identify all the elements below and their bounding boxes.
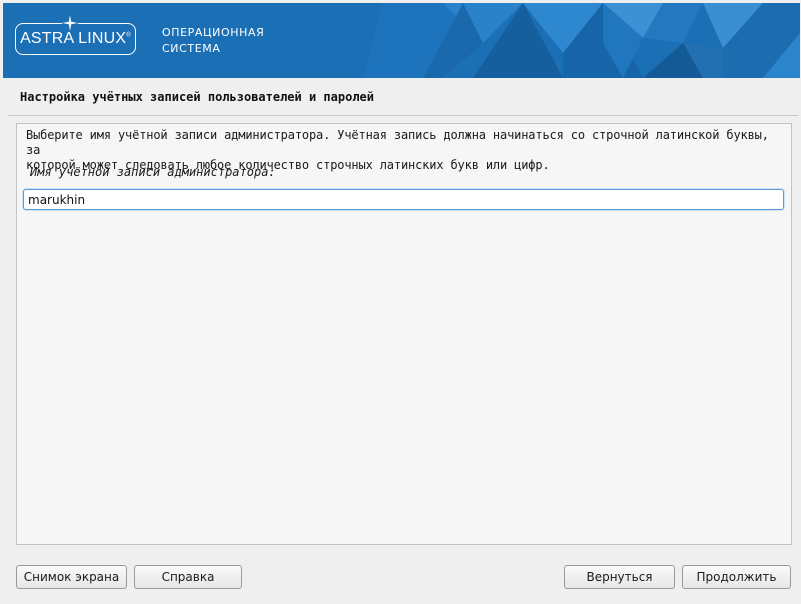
- subtitle-line-1: ОПЕРАЦИОННАЯ: [162, 26, 265, 39]
- username-label: Имя учётной записи администратора:: [30, 165, 276, 179]
- banner-subtitle: ОПЕРАЦИОННАЯ СИСТЕМА: [162, 25, 264, 57]
- header-banner: ASTRA LINUX® ОПЕРАЦИОННАЯ СИСТЕМА: [3, 3, 800, 78]
- description-line-1: Выберите имя учётной записи администрато…: [26, 128, 769, 157]
- title-divider: [8, 115, 798, 116]
- logo-text: ASTRA LINUX: [20, 30, 127, 47]
- star-icon: [62, 15, 78, 31]
- form-panel: Выберите имя учётной записи администрато…: [16, 123, 792, 545]
- username-input[interactable]: [23, 189, 784, 210]
- subtitle-line-2: СИСТЕМА: [162, 42, 221, 55]
- continue-button[interactable]: Продолжить: [682, 565, 791, 589]
- screenshot-button[interactable]: Снимок экрана: [16, 565, 127, 589]
- page-title: Настройка учётных записей пользователей …: [20, 90, 375, 104]
- astra-linux-logo: ASTRA LINUX®: [15, 15, 136, 55]
- back-button[interactable]: Вернуться: [564, 565, 675, 589]
- help-button[interactable]: Справка: [134, 565, 242, 589]
- registered-mark: ®: [126, 32, 131, 39]
